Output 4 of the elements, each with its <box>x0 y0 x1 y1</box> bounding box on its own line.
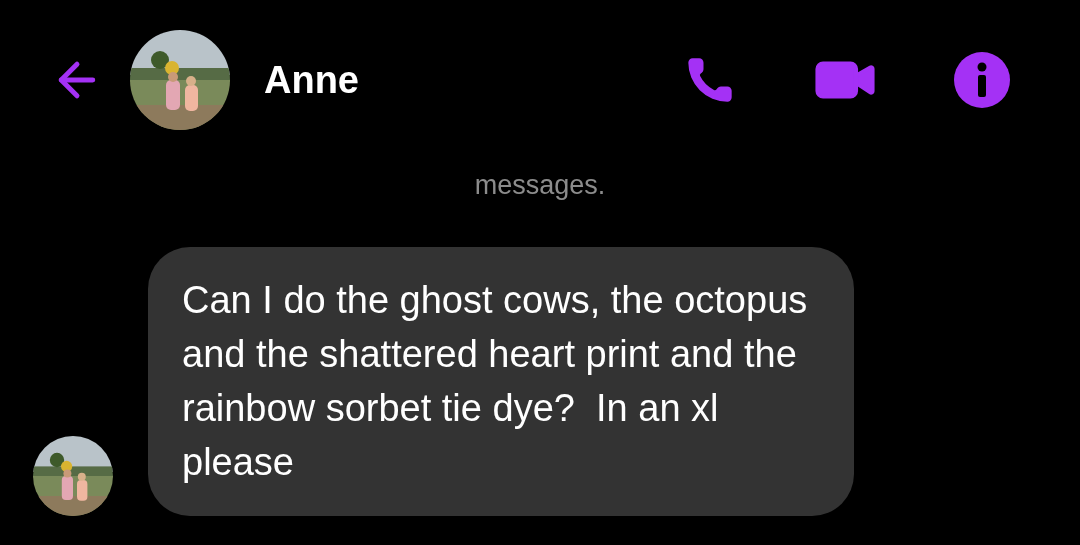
privacy-notice: messages. <box>474 170 606 200</box>
contact-name: Anne <box>264 58 360 102</box>
info-icon[interactable] <box>954 52 1010 108</box>
message-bubble: Can I do the ghost cows, the octopus and the shattered heart print and the rainbow sorbet tie dye? In an xl please <box>148 247 854 516</box>
